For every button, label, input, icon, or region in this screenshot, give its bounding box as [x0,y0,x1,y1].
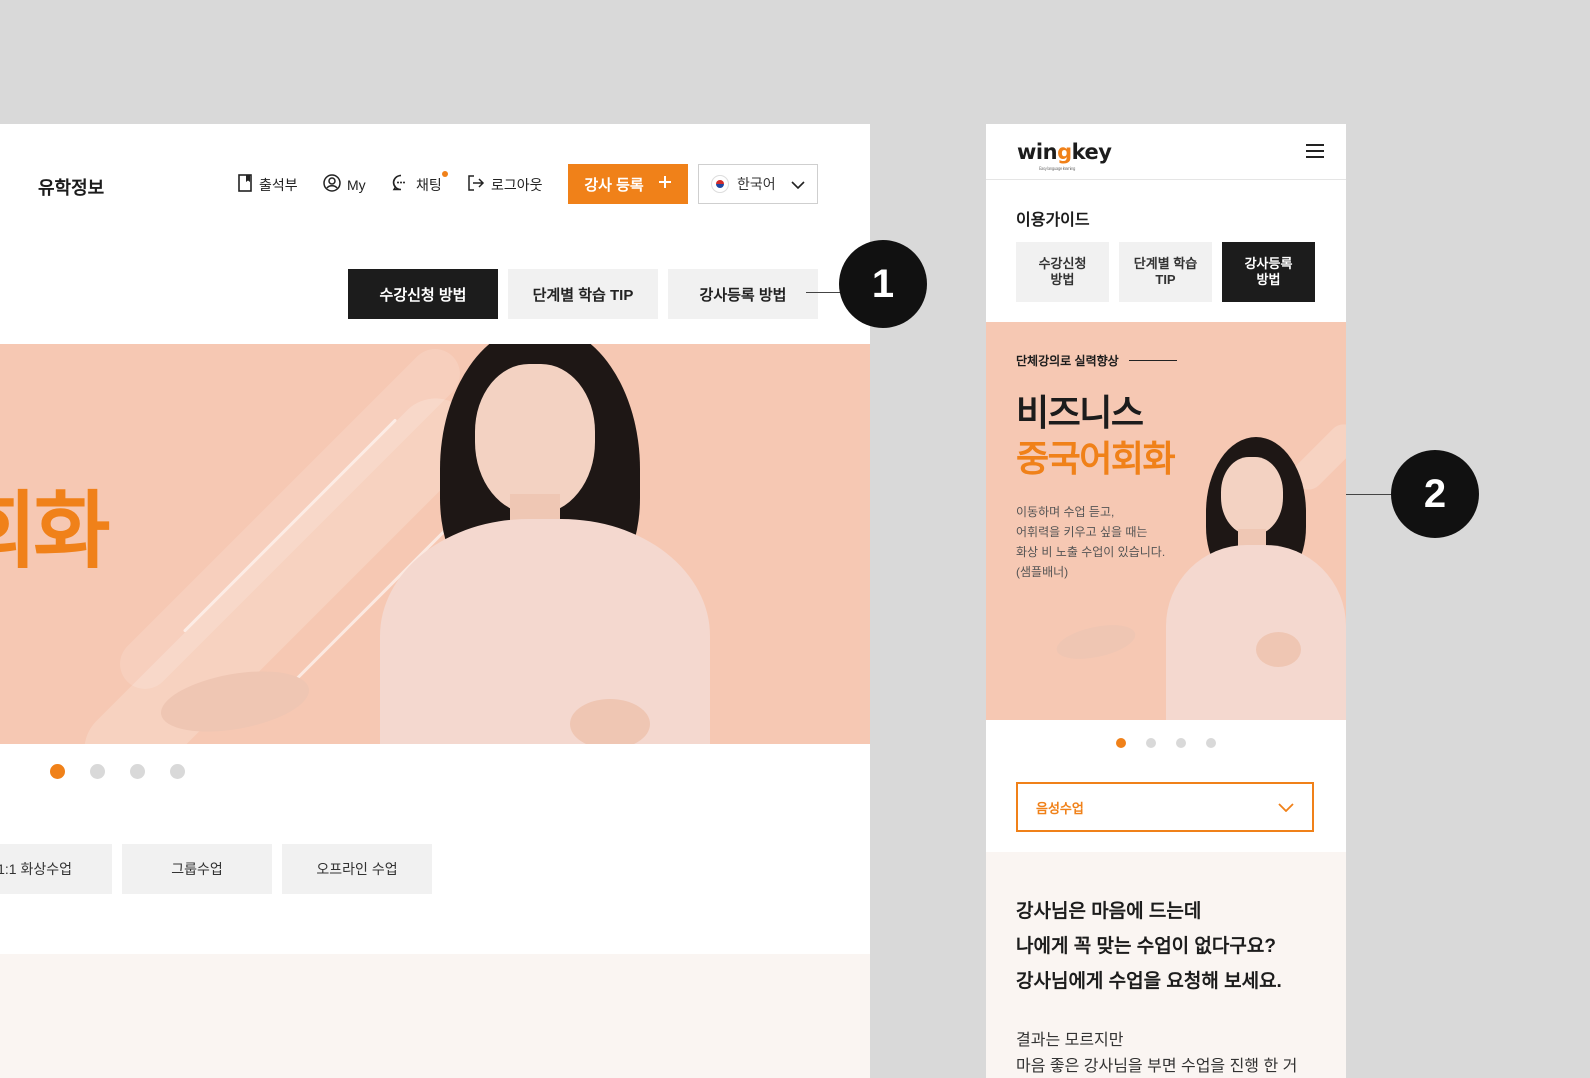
new-message-dot [441,170,448,177]
tab-teacher-registration[interactable]: 강사등록 방법 [668,269,818,319]
banner-title: 비즈니스 [1016,392,1144,433]
tab-video-class[interactable]: 1:1 화상수업 [0,844,112,894]
pagination-dot[interactable] [130,764,145,779]
user-icon [323,174,341,195]
chevron-down-icon [1278,800,1294,815]
mobile-view: wingkey Easy language learning 이용가이드 수강신… [986,124,1346,1078]
request-heading: 강사님은 마음에 드는데 나에게 꼭 맞는 수업이 없다구요? 강사님에게 수업… [1016,894,1282,999]
tab-study-tip[interactable]: 단계별 학습 TIP [1119,242,1212,302]
banner-title-accent: 중국어회화 [1016,438,1176,479]
desktop-header: 유학정보 출석부 My 채팅 로그아웃 강사 등록 한국어 [0,124,870,242]
callout-badge-2: 2 [1391,450,1479,538]
guide-title: 이용가이드 [1016,212,1090,229]
request-section: 강사님은 마음에 드는데 나에게 꼭 맞는 수업이 없다구요? 강사님에게 수업… [986,852,1346,1078]
chat-icon [392,174,410,195]
register-label: 강사 등록 [584,176,644,194]
logout-link[interactable]: 로그아웃 [467,174,543,195]
banner-pagination [1116,738,1216,748]
my-label: My [347,176,366,193]
desc-line: (샘플배너) [1016,565,1069,579]
banner-model-image [156,344,780,744]
chat-link[interactable]: 채팅 [392,170,448,195]
request-body: 결과는 모르지만 마음 좋은 강사님을 부면 수업을 진행 한 거 [1016,1028,1297,1078]
class-type-tabs: 1:1 화상수업 그룹수업 오프라인 수업 [0,844,432,894]
hamburger-menu-icon[interactable] [1306,144,1324,158]
banner-description: 이동하며 수업 듣고, 어휘력을 키우고 싶을 때는 화상 비 노출 수업이 있… [1016,502,1165,582]
desc-line: 이동하며 수업 듣고, [1016,505,1115,519]
mobile-hero-banner[interactable]: 단체강의로 실력향상 비즈니스 중국어회화 이동하며 수업 듣고, 어휘력을 키… [986,322,1346,720]
select-value: 음성수업 [1036,800,1084,816]
callout-badge-1: 1 [839,240,927,328]
teacher-register-button[interactable]: 강사 등록 [568,164,688,204]
tab-enrollment-method[interactable]: 수강신청 방법 [348,269,498,319]
content-section [0,954,870,1078]
attendance-link[interactable]: 출석부 [237,174,298,195]
banner-kicker: 단체강의로 실력향상 [1016,352,1177,369]
korea-flag-icon [711,175,729,193]
menu-title[interactable]: 유학정보 [38,174,104,200]
plus-icon [658,175,672,193]
logout-icon [467,174,485,195]
banner-model-image [1053,437,1346,720]
banner-pagination [50,764,185,779]
logo-tagline: Easy language learning [1039,166,1075,171]
tab-enrollment-method[interactable]: 수강신청 방법 [1016,242,1109,302]
pagination-dot[interactable] [90,764,105,779]
language-select[interactable]: 한국어 [698,164,818,204]
body-line: 마음 좋은 강사님을 부면 수업을 진행 한 거 [1016,1058,1298,1075]
tab-group-class[interactable]: 그룹수업 [122,844,272,894]
pagination-dot[interactable] [1176,738,1186,748]
desc-line: 어휘력을 키우고 싶을 때는 [1016,525,1148,539]
pagination-dot[interactable] [1146,738,1156,748]
tab-study-tip[interactable]: 단계별 학습 TIP [508,269,658,319]
class-type-select[interactable]: 음성수업 [1016,782,1314,832]
chevron-down-icon [791,176,805,192]
tab-teacher-registration[interactable]: 강사등록 방법 [1222,242,1315,302]
my-link[interactable]: My [323,174,366,195]
pagination-dot[interactable] [1116,738,1126,748]
pagination-dot[interactable] [50,764,65,779]
heading-line: 강사님은 마음에 드는데 [1016,901,1202,922]
tab-offline-class[interactable]: 오프라인 수업 [282,844,432,894]
pagination-dot[interactable] [1206,738,1216,748]
mobile-guide-tabs: 수강신청 방법 단계별 학습 TIP 강사등록 방법 [1016,242,1315,302]
callout-line [1346,494,1396,495]
logo-text-end: key [1071,140,1112,164]
mobile-header: wingkey Easy language learning [986,124,1346,180]
chat-label-wrap: 채팅 [416,170,448,195]
attendance-label: 출석부 [259,176,298,193]
body-line: 결과는 모르지만 [1016,1032,1124,1049]
pagination-dot[interactable] [170,764,185,779]
desc-line: 화상 비 노출 수업이 있습니다. [1016,545,1166,559]
heading-line: 강사님에게 수업을 요청해 보세요. [1016,971,1282,992]
chat-label: 채팅 [416,176,442,193]
wingkey-logo[interactable]: wingkey Easy language learning [1017,140,1112,171]
banner-headline: 회화 [0,484,111,578]
desktop-view: 유학정보 출석부 My 채팅 로그아웃 강사 등록 한국어 수강신청 방법 단계… [0,124,870,1078]
language-label: 한국어 [737,176,776,192]
logo-accent: g [1057,140,1072,164]
hero-banner[interactable]: 회화 [0,344,870,744]
logo-text: win [1017,140,1058,164]
guide-tabs: 수강신청 방법 단계별 학습 TIP 강사등록 방법 [348,269,818,319]
logout-label: 로그아웃 [491,176,543,193]
book-icon [237,174,253,195]
heading-line: 나에게 꼭 맞는 수업이 없다구요? [1016,936,1276,957]
